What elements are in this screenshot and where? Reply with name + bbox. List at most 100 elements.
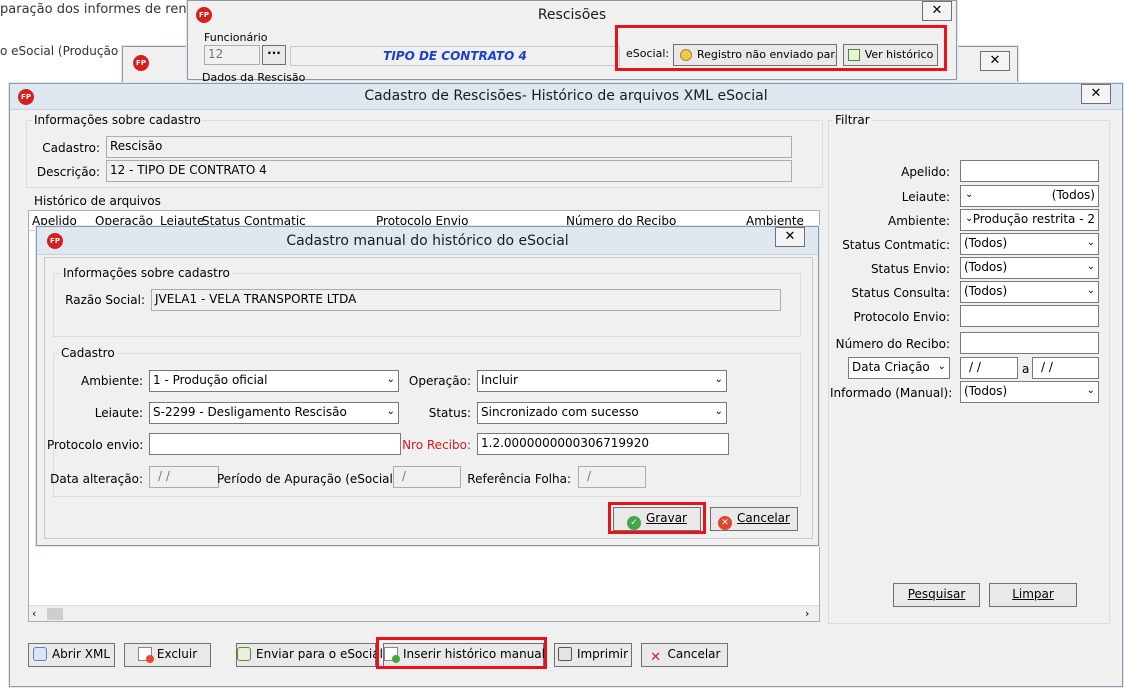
leiaute-select[interactable]: S-2299 - Desligamento Rescisão ⌄ (149, 402, 399, 424)
data-alteracao-field: / / (149, 466, 219, 488)
cancelar-label: Cancelar (667, 647, 721, 661)
filter-recibo-input[interactable] (960, 332, 1099, 354)
enviar-esocial-button[interactable]: Enviar para o eSocial (236, 643, 383, 667)
scroll-right-icon[interactable]: › (805, 607, 809, 620)
filter-apelido-input[interactable] (960, 160, 1099, 182)
chevron-down-icon: ⌄ (714, 406, 723, 417)
historico-group-label: Histórico de arquivos (32, 194, 163, 208)
excluir-button[interactable]: Excluir (124, 643, 211, 667)
filter-protocolo-input[interactable] (960, 305, 1099, 327)
filter-informado-select[interactable]: (Todos) ⌄ (960, 381, 1099, 403)
info-group-label: Informações sobre cadastro (32, 113, 203, 127)
chevron-down-icon: ⌄ (1086, 237, 1095, 248)
funcionario-label: Funcionário (204, 31, 268, 44)
filter-status-consulta-label: Status Consulta: (851, 286, 950, 300)
horizontal-scrollbar[interactable]: ‹ › (29, 605, 819, 621)
cancel-icon: ✕ (718, 516, 733, 530)
highlight-esocial (615, 25, 947, 71)
chevron-down-icon: ⌄ (386, 374, 395, 385)
imprimir-button[interactable]: Imprimir (554, 643, 632, 667)
background-text-1: paração dos informes de rendir (0, 2, 204, 17)
highlight-inserir (376, 637, 547, 669)
manual-dialog: FP Cadastro manual do histórico do eSoci… (36, 226, 819, 546)
excluir-label: Excluir (156, 647, 198, 661)
pesquisar-button[interactable]: Pesquisar (893, 583, 980, 607)
filter-leiaute-select[interactable]: ⌄ (Todos) (960, 185, 1099, 207)
funcionario-lookup-button[interactable]: ··· (262, 45, 286, 65)
limpar-label: Limpar (1012, 587, 1054, 601)
filter-status-contmatic-value: (Todos) (964, 236, 1008, 250)
chevron-down-icon: ⌄ (965, 213, 974, 224)
status-select[interactable]: Sincronizado com sucesso ⌄ (477, 402, 727, 424)
leiaute-value: S-2299 - Desligamento Rescisão (153, 405, 347, 419)
chevron-down-icon: ⌄ (714, 374, 723, 385)
nro-recibo-label: Nro Recibo: (402, 438, 471, 452)
filter-informado-value: (Todos) (964, 384, 1008, 398)
close-button[interactable]: ✕ (1081, 84, 1111, 104)
cadastro-field: Rescisão (106, 136, 792, 158)
razao-field: JVELA1 - VELA TRANSPORTE LTDA (151, 289, 781, 311)
highlight-gravar (608, 502, 706, 534)
abrir-xml-button[interactable]: Abrir XML (28, 643, 115, 667)
filter-date-sep: a (1022, 362, 1030, 376)
operacao-label: Operação: (408, 374, 471, 388)
razao-label: Razão Social: (65, 293, 145, 307)
close-button[interactable]: ✕ (980, 51, 1010, 71)
filter-status-consulta-select[interactable]: (Todos) ⌄ (960, 281, 1099, 303)
window-title: Cadastro de Rescisões- Histórico de arqu… (364, 88, 768, 104)
chevron-down-icon: ⌄ (386, 406, 395, 417)
descricao-field: 12 - TIPO DE CONTRATO 4 (106, 160, 792, 182)
filter-data-select[interactable]: Data Criação ⌄ (848, 357, 950, 379)
filter-recibo-label: Número do Recibo: (835, 337, 950, 351)
window-title: Rescisões (537, 7, 607, 23)
filter-status-envio-select[interactable]: (Todos) ⌄ (960, 257, 1099, 279)
manual-cancelar-label: Cancelar (737, 511, 790, 525)
protocolo-envio-label: Protocolo envio: (47, 438, 144, 452)
filter-data-value: Data Criação (852, 360, 930, 374)
chevron-down-icon: ⌄ (1086, 385, 1095, 396)
filter-status-contmatic-select[interactable]: (Todos) ⌄ (960, 233, 1099, 255)
ambiente-select[interactable]: 1 - Produção oficial ⌄ (149, 370, 399, 392)
nro-recibo-input[interactable]: 1.2.0000000000306719920 (477, 433, 729, 455)
filter-status-envio-label: Status Envio: (870, 262, 950, 276)
filter-ambiente-label: Ambiente: (888, 214, 950, 228)
status-label: Status: (428, 406, 471, 420)
rescisoes-titlebar: FP Rescisões (188, 1, 956, 27)
filter-ambiente-select[interactable]: ⌄ Produção restrita - 2 (960, 209, 1099, 231)
protocolo-envio-input[interactable] (149, 433, 401, 455)
abrir-xml-label: Abrir XML (51, 647, 111, 661)
filter-informado-label: Informado (Manual): (830, 386, 953, 400)
scroll-left-icon[interactable]: ‹ (32, 607, 36, 620)
close-button[interactable]: ✕ (775, 227, 805, 247)
filter-ambiente-value: Produção restrita - 2 (972, 212, 1095, 226)
send-icon (237, 647, 251, 661)
filter-status-consulta-value: (Todos) (964, 284, 1008, 298)
manual-cancelar-button[interactable]: ✕ Cancelar (710, 507, 798, 531)
scroll-thumb[interactable] (47, 608, 63, 620)
funcionario-code-field[interactable]: 12 (204, 45, 260, 65)
cancelar-button[interactable]: ✕ Cancelar (641, 643, 728, 667)
filter-group-label: Filtrar (833, 113, 872, 127)
limpar-button[interactable]: Limpar (989, 583, 1077, 607)
chevron-down-icon: ⌄ (965, 189, 974, 200)
background-text-2: o eSocial (Produção restr (0, 44, 130, 58)
delete-icon (137, 647, 154, 663)
cadastro-label: Cadastro: (42, 141, 100, 155)
close-button[interactable]: ✕ (922, 1, 952, 21)
ambiente-value: 1 - Produção oficial (153, 373, 268, 387)
filter-date-from-input[interactable]: / / (960, 357, 1018, 379)
data-alteracao-label: Data alteração: (50, 472, 143, 486)
enviar-label: Enviar para o eSocial (256, 647, 383, 661)
referencia-label: Referência Folha: (467, 472, 571, 486)
filter-date-to-input[interactable]: / / (1032, 357, 1099, 379)
chevron-down-icon: ⌄ (1086, 285, 1095, 296)
operacao-select[interactable]: Incluir ⌄ (477, 370, 727, 392)
chevron-down-icon: ⌄ (937, 361, 946, 372)
manual-info-group-label: Informações sobre cadastro (61, 266, 232, 280)
leiaute-label: Leiaute: (94, 406, 143, 420)
filter-leiaute-value: (Todos) (1051, 188, 1095, 202)
filter-status-envio-value: (Todos) (964, 260, 1008, 274)
historico-titlebar: FP Cadastro de Rescisões- Histórico de a… (10, 84, 1122, 110)
periodo-field: / (393, 466, 461, 488)
pesquisar-label: Pesquisar (907, 587, 966, 601)
